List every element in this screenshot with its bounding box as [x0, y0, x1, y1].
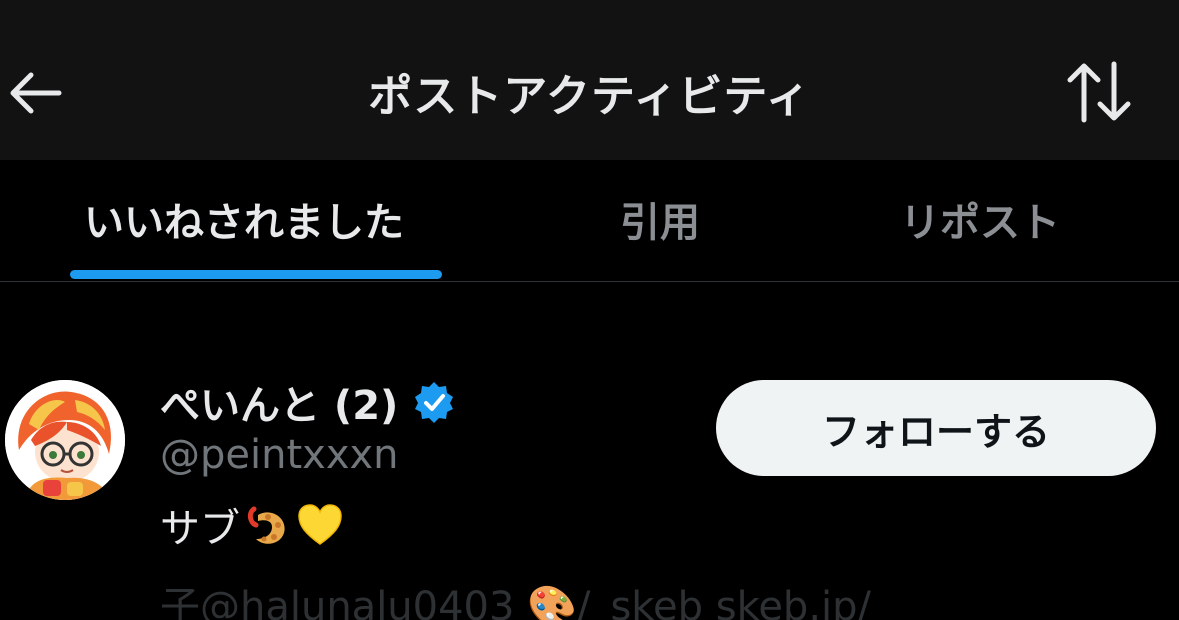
- follow-button[interactable]: フォローする: [716, 380, 1156, 476]
- avatar-illustration: [5, 380, 125, 500]
- page-title: ポストアクティビティ: [368, 71, 811, 122]
- sort-button[interactable]: [1059, 56, 1139, 128]
- bio-text: サブ: [160, 506, 240, 552]
- tab-quotes[interactable]: 引用: [620, 190, 700, 248]
- user-bio: サブ: [160, 496, 344, 554]
- user-handle[interactable]: @peintxxxn: [160, 432, 399, 478]
- verified-badge-icon: [412, 380, 456, 424]
- top-bar: ポストアクティビティ: [0, 0, 1179, 160]
- next-list-item-partial: 子@halunalu0403 🎨/_skeb skeb.jp/: [160, 584, 872, 620]
- yellow-heart-icon: [296, 501, 344, 549]
- display-name: ぺいんと (2): [160, 383, 399, 429]
- sort-arrows-icon: [1067, 61, 1131, 123]
- tab-reposts[interactable]: リポスト: [900, 190, 1060, 248]
- tab-bar: いいねされました 引用 リポスト: [0, 160, 1179, 282]
- active-tab-indicator: [70, 270, 442, 279]
- shrimp-tempura-icon: [244, 501, 292, 549]
- user-name-row[interactable]: ぺいんと (2): [160, 374, 456, 430]
- avatar[interactable]: [5, 380, 125, 500]
- tab-liked[interactable]: いいねされました: [84, 190, 404, 248]
